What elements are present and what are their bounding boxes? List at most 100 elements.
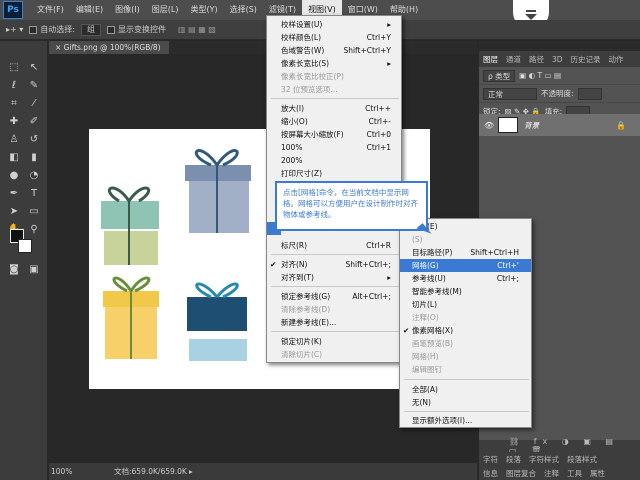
lasso-tool-icon[interactable]: ℓ	[6, 77, 22, 93]
view-menu-item[interactable]: 校样颜色(L) Ctrl+Y	[267, 31, 401, 44]
view-menu-item[interactable]: 对齐到(T) ▸	[267, 271, 401, 284]
layer-thumbnail	[498, 117, 519, 133]
view-menu-item[interactable]: 100% Ctrl+1	[267, 141, 401, 154]
eraser-icon[interactable]: ◧	[6, 149, 22, 165]
menu-image[interactable]: 图像(I)	[109, 0, 146, 20]
quick-mask-icon[interactable]: ◙	[6, 261, 22, 277]
tab-layers[interactable]: 图层	[479, 54, 502, 65]
view-menu-item[interactable]: 标尺(R) Ctrl+R	[267, 239, 401, 252]
menu-item-label: 无(N)	[412, 398, 431, 407]
opacity-field[interactable]	[577, 87, 602, 100]
tab-history[interactable]: 历史记录	[567, 54, 605, 65]
layer-background[interactable]: 👁 背景 🔒	[479, 114, 640, 136]
submenu-item-grid[interactable]: 网格(G) Ctrl+'	[400, 259, 531, 272]
view-menu-item[interactable]: 打印尺寸(Z)	[267, 167, 401, 180]
submenu-item[interactable]: 智能参考线(M)	[400, 285, 531, 298]
view-menu-item[interactable]: ✔ 对齐(N) Shift+Ctrl+;	[267, 258, 401, 271]
checkbox-icon[interactable]	[29, 25, 38, 34]
menu-edit[interactable]: 编辑(E)	[70, 0, 109, 20]
layer-kind-dropdown[interactable]: ρ 类型	[483, 69, 516, 82]
tab-layer-comps[interactable]: 图层复合	[502, 468, 540, 479]
view-menu-item[interactable]: 清除参考线(D)	[267, 303, 401, 316]
view-menu-item[interactable]: 校样设置(U) ▸	[267, 18, 401, 31]
view-menu-item[interactable]: 新建参考线(E)...	[267, 316, 401, 329]
view-menu-item[interactable]: 像素长宽比校正(P)	[267, 70, 401, 83]
path-select-icon[interactable]: ➤	[6, 203, 22, 219]
tab-actions[interactable]: 动作	[605, 54, 628, 65]
layer-name[interactable]: 背景	[524, 120, 539, 131]
eye-icon[interactable]: 👁	[484, 121, 494, 130]
submenu-item[interactable]: 全部(A)	[400, 383, 531, 396]
auto-select-dropdown[interactable]: 组	[80, 23, 101, 36]
quick-select-icon[interactable]: ✎	[26, 77, 42, 93]
check-icon: ✔	[403, 326, 410, 335]
menu-type[interactable]: 类型(Y)	[184, 0, 223, 20]
show-transform-checkbox[interactable]: 显示变换控件	[106, 24, 166, 35]
auto-select-checkbox[interactable]: 自动选择:	[29, 24, 75, 35]
tab-tools[interactable]: 工具	[563, 468, 586, 479]
view-menu-item[interactable]: 锁定切片(K)	[267, 335, 401, 348]
crop-tool-icon[interactable]: ⌗	[6, 95, 22, 111]
view-menu-item[interactable]: 32 位预览选项...	[267, 83, 401, 96]
submenu-item[interactable]: 参考线(U) Ctrl+;	[400, 272, 531, 285]
move-tool-icon[interactable]: ▸+ ▾	[6, 25, 23, 34]
checkbox-icon[interactable]	[106, 25, 115, 34]
view-menu-item[interactable]: 锁定参考线(G) Alt+Ctrl+;	[267, 290, 401, 303]
submenu-item[interactable]: 显示额外选项(I)...	[400, 414, 531, 427]
type-tool-icon[interactable]: T	[26, 185, 42, 201]
blend-mode-dropdown[interactable]: 正常	[483, 87, 537, 100]
tab-paragraph[interactable]: 段落	[502, 454, 525, 465]
tab-properties[interactable]: 属性	[586, 468, 609, 479]
dodge-tool-icon[interactable]: ◔	[26, 167, 42, 183]
eyedropper-icon[interactable]: ⁄	[26, 95, 42, 111]
background-color-swatch[interactable]	[18, 239, 32, 253]
marquee-tool-icon[interactable]: ⬚	[6, 59, 22, 75]
screen-mode-icon[interactable]: ▣	[26, 261, 42, 277]
submenu-item[interactable]: 编辑图钉	[400, 363, 531, 376]
submenu-item[interactable]: 无(N)	[400, 396, 531, 409]
submenu-item[interactable]: (S)	[400, 233, 531, 246]
move-tool-icon[interactable]: ↖	[26, 59, 42, 75]
history-brush-icon[interactable]: ↺	[26, 131, 42, 147]
submenu-item[interactable]: 目标路径(P) Shift+Ctrl+H	[400, 246, 531, 259]
pen-tool-icon[interactable]: ✒	[6, 185, 22, 201]
submenu-item[interactable]: ✔ 像素网格(X)	[400, 324, 531, 337]
tab-notes[interactable]: 注释	[540, 468, 563, 479]
align-icons[interactable]: ▥ ▤ ▦ ▧	[178, 25, 216, 34]
close-icon[interactable]: ×	[55, 43, 64, 52]
tutorial-callout: 点击[网格]命令，在当前文档中显示网格。网格可以方便用户在设计制作时对齐物体或参…	[275, 181, 428, 231]
view-menu-item[interactable]: 放大(I) Ctrl++	[267, 102, 401, 115]
tab-paths[interactable]: 路径	[525, 54, 548, 65]
tab-info[interactable]: 信息	[479, 468, 502, 479]
photoshop-logo: Ps	[3, 1, 23, 19]
gradient-icon[interactable]: ▮	[26, 149, 42, 165]
view-menu-item[interactable]: 按屏幕大小缩放(F) Ctrl+0	[267, 128, 401, 141]
view-menu-item[interactable]: 200%	[267, 154, 401, 167]
submenu-item[interactable]: 切片(L)	[400, 298, 531, 311]
submenu-item[interactable]: 画笔预览(B)	[400, 337, 531, 350]
shape-tool-icon[interactable]: ▭	[26, 203, 42, 219]
filter-icons[interactable]: ▣ ◐ T ▭ ▤	[519, 71, 561, 80]
tab-char-style[interactable]: 字符样式	[525, 454, 563, 465]
menu-layer[interactable]: 图层(L)	[146, 0, 185, 20]
view-menu-item[interactable]: 清除切片(C)	[267, 348, 401, 361]
zoom-tool-icon[interactable]: ⚲	[26, 221, 42, 237]
tab-3d[interactable]: 3D	[548, 55, 567, 64]
view-menu-item[interactable]: 缩小(O) Ctrl+-	[267, 115, 401, 128]
brush-tool-icon[interactable]: ✐	[26, 113, 42, 129]
submenu-item[interactable]: 注释(O)	[400, 311, 531, 324]
menu-file[interactable]: 文件(F)	[31, 0, 70, 20]
menu-select[interactable]: 选择(S)	[224, 0, 263, 20]
document-tab[interactable]: × Gifts.png @ 100%(RGB/8)	[49, 41, 169, 54]
healing-brush-icon[interactable]: ✚	[6, 113, 22, 129]
tab-character[interactable]: 字符	[479, 454, 502, 465]
view-menu-item[interactable]: 像素长宽比(S) ▸	[267, 57, 401, 70]
tab-para-style[interactable]: 段落样式	[563, 454, 601, 465]
blur-tool-icon[interactable]: ●	[6, 167, 22, 183]
clone-stamp-icon[interactable]: ♙	[6, 131, 22, 147]
view-menu-item[interactable]: 色域警告(W) Shift+Ctrl+Y	[267, 44, 401, 57]
status-arrow-icon[interactable]: ▸	[189, 463, 193, 480]
zoom-level[interactable]: 100%	[51, 463, 72, 480]
tab-channels[interactable]: 通道	[502, 54, 525, 65]
submenu-item[interactable]: 网格(H)	[400, 350, 531, 363]
